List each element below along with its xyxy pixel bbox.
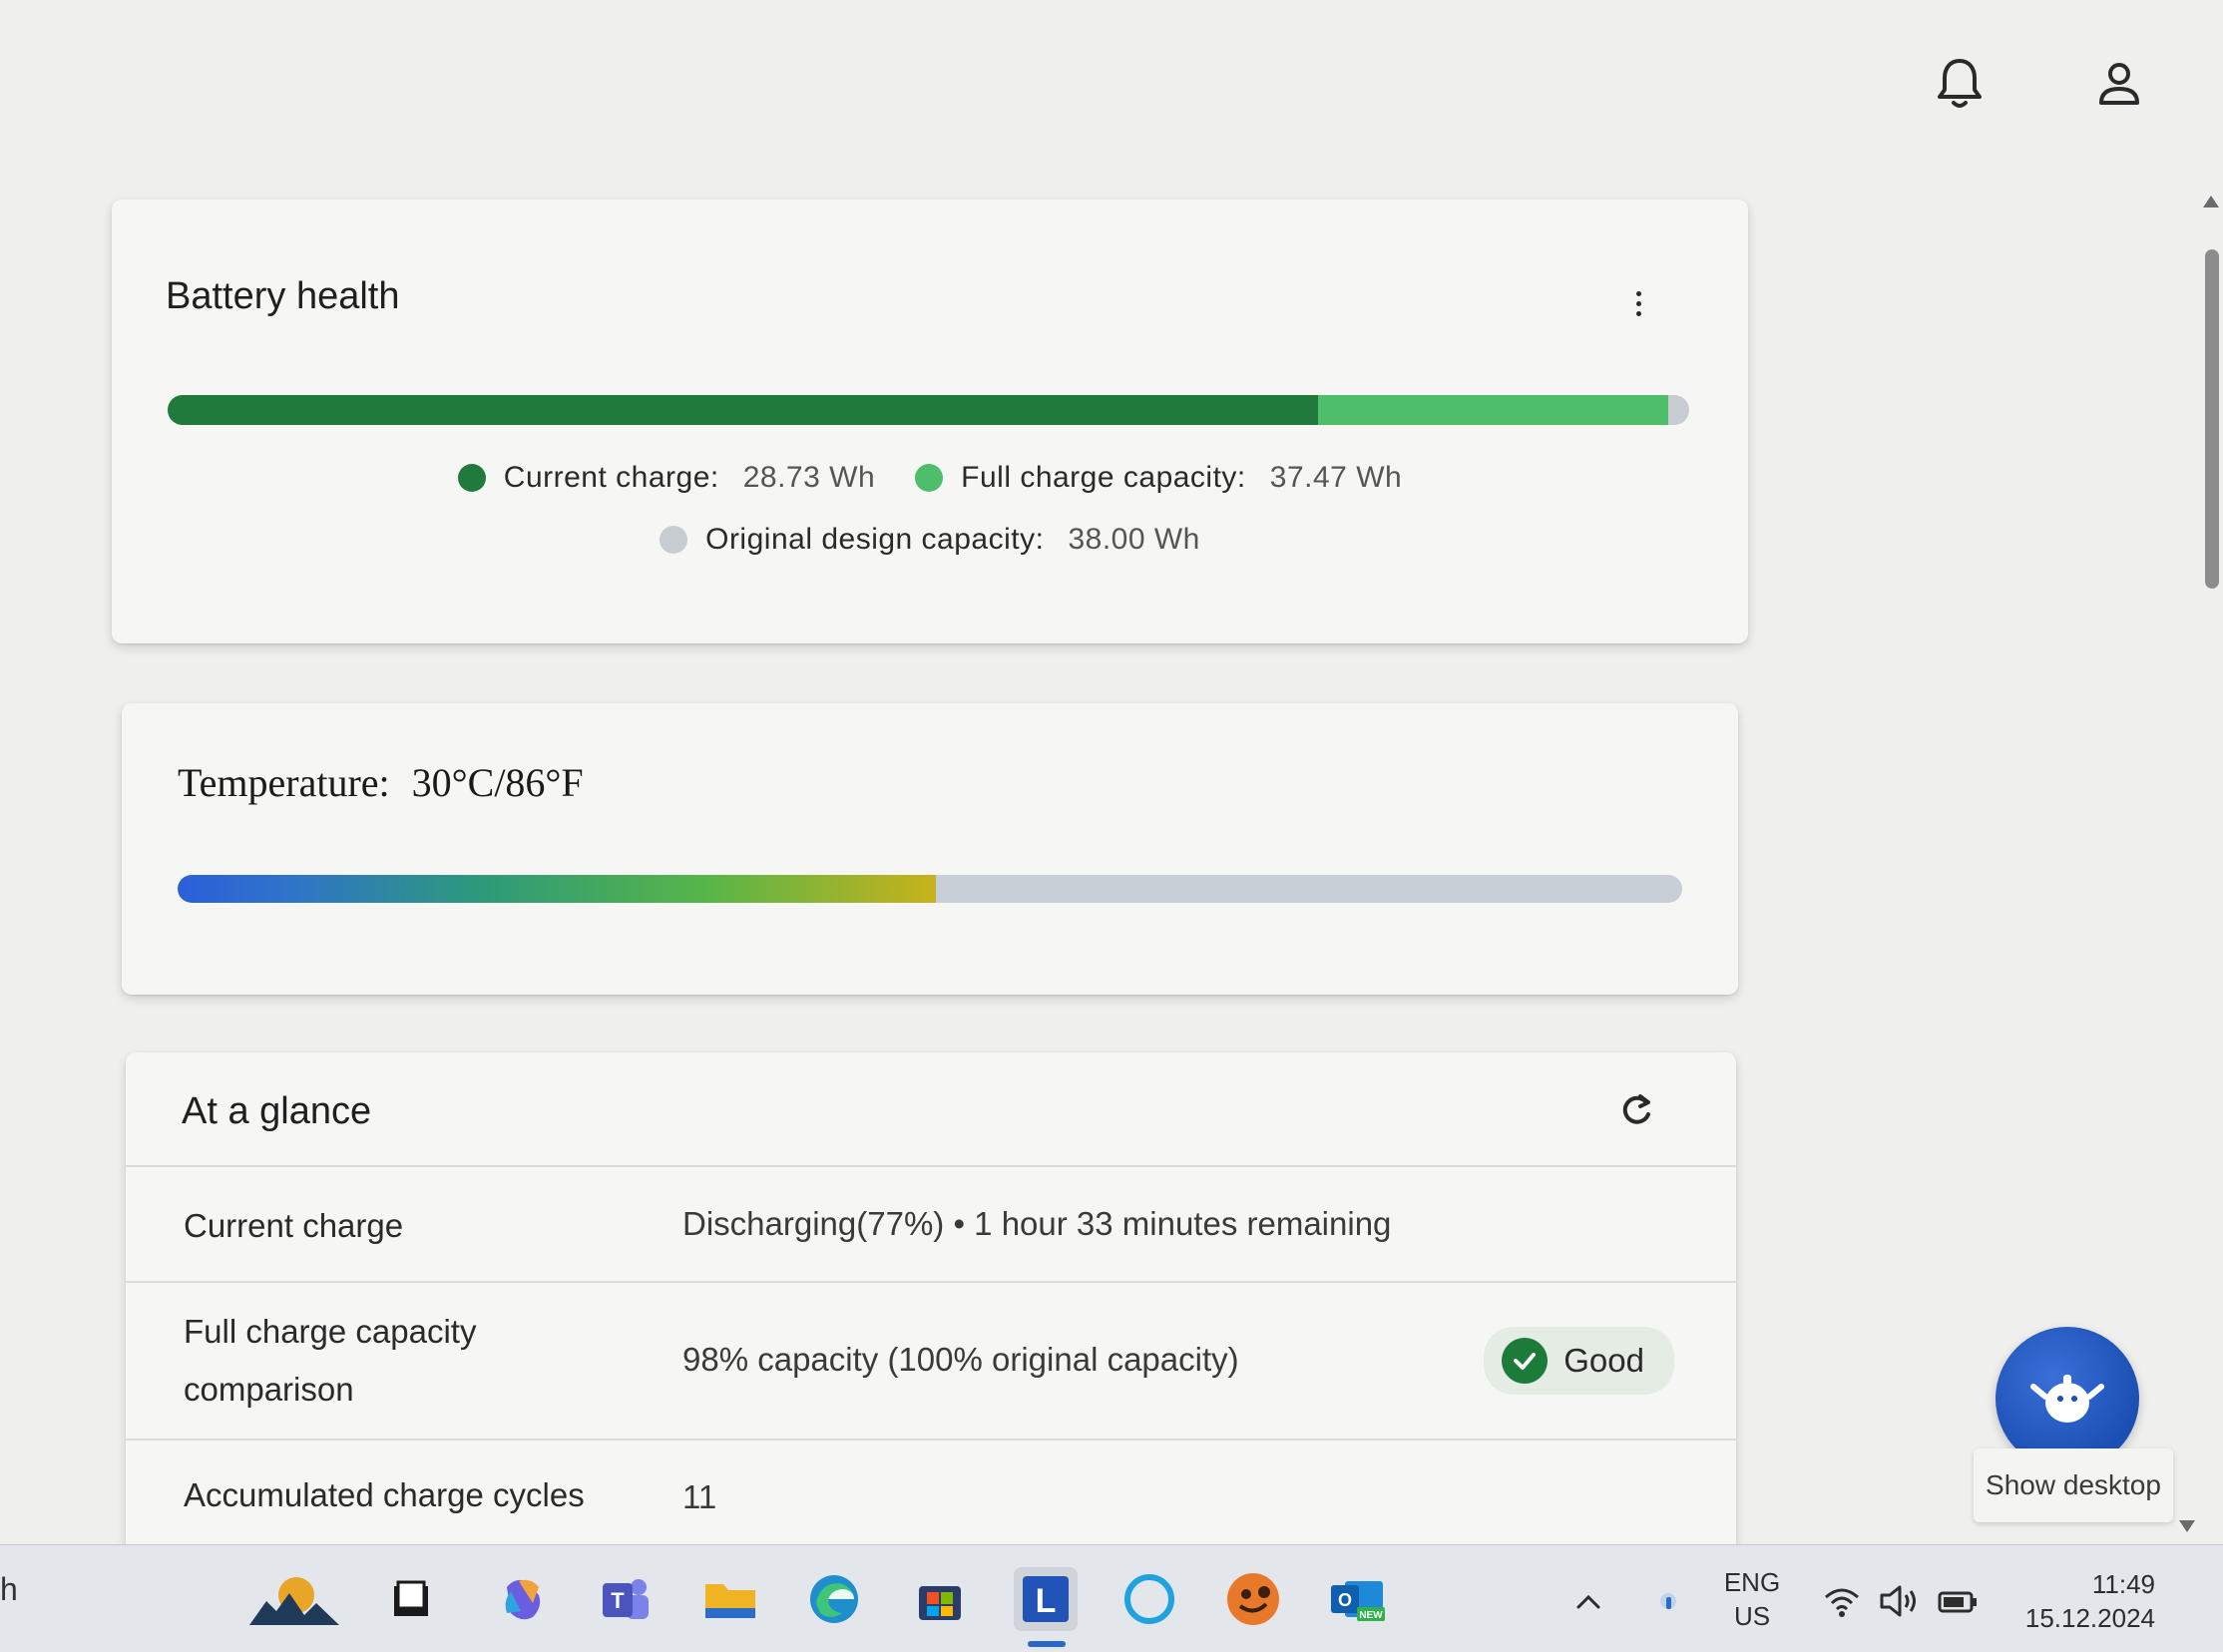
- status-badge-label: Good: [1563, 1342, 1644, 1379]
- game-icon[interactable]: [1221, 1567, 1285, 1631]
- store-icon[interactable]: [908, 1567, 972, 1631]
- svg-text:O: O: [1338, 1590, 1352, 1610]
- glance-label-full-charge-line2: comparison: [184, 1371, 354, 1408]
- weather-widget-icon[interactable]: [239, 1567, 349, 1631]
- glance-label-current-charge: Current charge: [184, 1207, 404, 1244]
- teams-icon[interactable]: T: [595, 1567, 659, 1631]
- legend-current-charge: Current charge: 28.73 Wh: [457, 461, 876, 495]
- glance-row-current-charge: Current charge Discharging(77%) • 1 hour…: [126, 1167, 1736, 1283]
- glance-value-charge-cycles: 11: [682, 1478, 717, 1515]
- scroll-down-arrow-icon[interactable]: [2179, 1520, 2195, 1532]
- legend-current-value: 28.73 Wh: [742, 461, 876, 494]
- battery-health-title: Battery health: [166, 275, 400, 317]
- legend-dot-original: [660, 526, 688, 554]
- check-circle-icon: [1502, 1338, 1549, 1384]
- battery-capacity-bar: [168, 395, 1689, 425]
- file-manager-icon[interactable]: [379, 1567, 443, 1631]
- temperature-bar: [178, 875, 1682, 903]
- battery-legend-row-1: Current charge: 28.73 Wh Full charge cap…: [112, 461, 1748, 495]
- legend-original-capacity: Original design capacity: 38.00 Wh: [660, 523, 1200, 557]
- lenovo-vantage-icon[interactable]: L: [1014, 1567, 1078, 1631]
- legend-original-label: Original design capacity:: [705, 523, 1045, 556]
- temperature-heading: Temperature: 30°C/86°F: [178, 759, 584, 806]
- user-icon[interactable]: [2087, 52, 2151, 116]
- legend-full-value: 37.47 Wh: [1269, 461, 1403, 494]
- legend-full-charge: Full charge capacity: 37.47 Wh: [915, 461, 1402, 495]
- svg-text:T: T: [611, 1588, 625, 1613]
- current-charge-segment: [168, 395, 1318, 425]
- glance-row-charge-cycles: Accumulated charge cycles 11: [126, 1441, 1736, 1560]
- battery-legend-row-2: Original design capacity: 38.00 Wh: [112, 523, 1748, 557]
- edge-icon[interactable]: [802, 1567, 866, 1631]
- glance-row-full-charge-comparison: Full charge capacity comparison 98% capa…: [126, 1283, 1736, 1441]
- battery-health-card: Battery health Current charge: 28.73 Wh …: [112, 200, 1748, 643]
- show-desktop-tooltip: Show desktop: [1974, 1448, 2173, 1522]
- clock[interactable]: 11:49 15.12.2024: [2005, 1567, 2155, 1635]
- active-app-indicator: [1028, 1641, 1066, 1647]
- legend-full-label: Full charge capacity:: [961, 461, 1246, 494]
- legend-dot-full: [915, 464, 944, 492]
- scrollbar-thumb[interactable]: [2205, 249, 2219, 589]
- glance-value-full-charge: 98% capacity (100% original capacity): [682, 1341, 1239, 1378]
- temperature-card: Temperature: 30°C/86°F: [122, 703, 1738, 995]
- at-a-glance-title: At a glance: [182, 1090, 372, 1132]
- language-indicator[interactable]: ENG US: [1712, 1565, 1792, 1633]
- legend-dot-current: [457, 464, 486, 492]
- chevron-up-icon[interactable]: [1568, 1581, 1608, 1621]
- language-code: ENG: [1723, 1567, 1781, 1597]
- at-a-glance-card: At a glance Current charge Discharging(7…: [126, 1052, 1736, 1611]
- more-vertical-icon[interactable]: [1618, 283, 1658, 323]
- cortana-icon[interactable]: [1117, 1567, 1181, 1631]
- status-badge-good: Good: [1484, 1327, 1674, 1395]
- tray-status-icon[interactable]: [1648, 1581, 1688, 1621]
- battery-icon[interactable]: [1936, 1581, 1977, 1621]
- glance-label-charge-cycles: Accumulated charge cycles: [184, 1476, 585, 1513]
- volume-icon[interactable]: [1878, 1581, 1918, 1621]
- region-code: US: [1733, 1601, 1771, 1631]
- clock-time: 11:49: [2091, 1569, 2155, 1599]
- at-a-glance-header: At a glance: [126, 1052, 1736, 1167]
- file-explorer-icon[interactable]: [698, 1567, 762, 1631]
- outlook-new-icon[interactable]: O NEW: [1325, 1567, 1389, 1631]
- temperature-value: 30°C/86°F: [411, 760, 584, 805]
- svg-text:NEW: NEW: [1359, 1610, 1383, 1621]
- temperature-label: Temperature:: [178, 760, 390, 805]
- copilot-icon[interactable]: [491, 1567, 555, 1631]
- refresh-icon[interactable]: [1616, 1090, 1656, 1130]
- temperature-fill: [178, 875, 937, 903]
- scroll-up-arrow-icon[interactable]: [2203, 196, 2219, 207]
- glance-label-full-charge-line1: Full charge capacity: [184, 1313, 477, 1350]
- glance-value-current-charge: Discharging(77%) • 1 hour 33 minutes rem…: [682, 1205, 1392, 1242]
- bell-icon[interactable]: [1928, 52, 1992, 116]
- taskbar: h T L O NEW ENG US 11:49 15.12.2024: [0, 1544, 2223, 1652]
- clock-date: 15.12.2024: [2024, 1603, 2155, 1633]
- svg-text:L: L: [1036, 1582, 1057, 1620]
- taskbar-search-stub[interactable]: h: [0, 1571, 18, 1608]
- legend-current-label: Current charge:: [503, 461, 719, 494]
- wifi-icon[interactable]: [1822, 1581, 1862, 1621]
- legend-original-value: 38.00 Wh: [1068, 523, 1200, 556]
